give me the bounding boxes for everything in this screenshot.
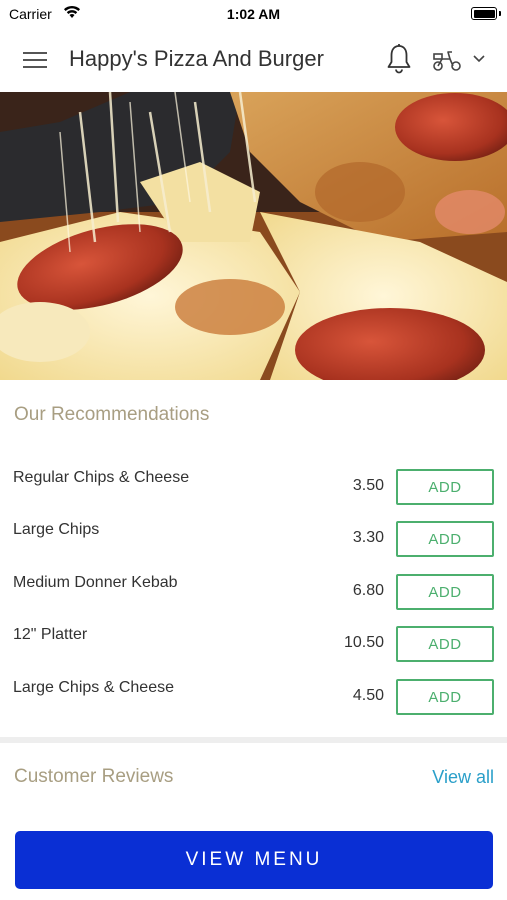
- hamburger-menu-icon[interactable]: [23, 49, 47, 69]
- status-bar: Carrier 1:02 AM: [0, 0, 507, 28]
- add-button[interactable]: ADD: [396, 521, 494, 557]
- list-item: Regular Chips & Cheese 3.50 ADD: [0, 469, 507, 521]
- battery-icon: [471, 7, 497, 20]
- item-name: 12" Platter: [13, 626, 88, 643]
- item-price: 6.80: [352, 582, 384, 599]
- scooter-icon[interactable]: [431, 48, 463, 72]
- add-button[interactable]: ADD: [396, 574, 494, 610]
- section-divider: [0, 737, 507, 743]
- item-price: 10.50: [343, 634, 384, 651]
- view-menu-button[interactable]: VIEW MENU: [15, 831, 493, 889]
- list-item: Large Chips & Cheese 4.50 ADD: [0, 679, 507, 731]
- clock: 1:02 AM: [226, 6, 281, 22]
- item-name: Large Chips & Cheese: [13, 679, 174, 696]
- chevron-down-icon[interactable]: [472, 54, 486, 64]
- list-item: 12" Platter 10.50 ADD: [0, 626, 507, 678]
- list-item: Medium Donner Kebab 6.80 ADD: [0, 574, 507, 626]
- item-price: 3.50: [352, 477, 384, 494]
- item-name: Large Chips: [13, 521, 100, 538]
- list-item: Large Chips 3.30 ADD: [0, 521, 507, 573]
- item-name: Medium Donner Kebab: [13, 574, 178, 591]
- view-all-link[interactable]: View all: [432, 767, 494, 788]
- item-name: Regular Chips & Cheese: [13, 469, 190, 486]
- restaurant-title: Happy's Pizza And Burger: [69, 46, 324, 71]
- battery-tip: [499, 11, 501, 16]
- add-button[interactable]: ADD: [396, 469, 494, 505]
- recommendations-heading: Our Recommendations: [14, 404, 210, 425]
- add-button[interactable]: ADD: [396, 626, 494, 662]
- item-price: 3.30: [352, 529, 384, 546]
- reviews-heading: Customer Reviews: [14, 766, 174, 787]
- bell-icon[interactable]: [385, 43, 413, 75]
- pizza-hero-image: [0, 92, 507, 380]
- add-button[interactable]: ADD: [396, 679, 494, 715]
- app-header: Happy's Pizza And Burger: [0, 28, 507, 92]
- item-price: 4.50: [352, 687, 384, 704]
